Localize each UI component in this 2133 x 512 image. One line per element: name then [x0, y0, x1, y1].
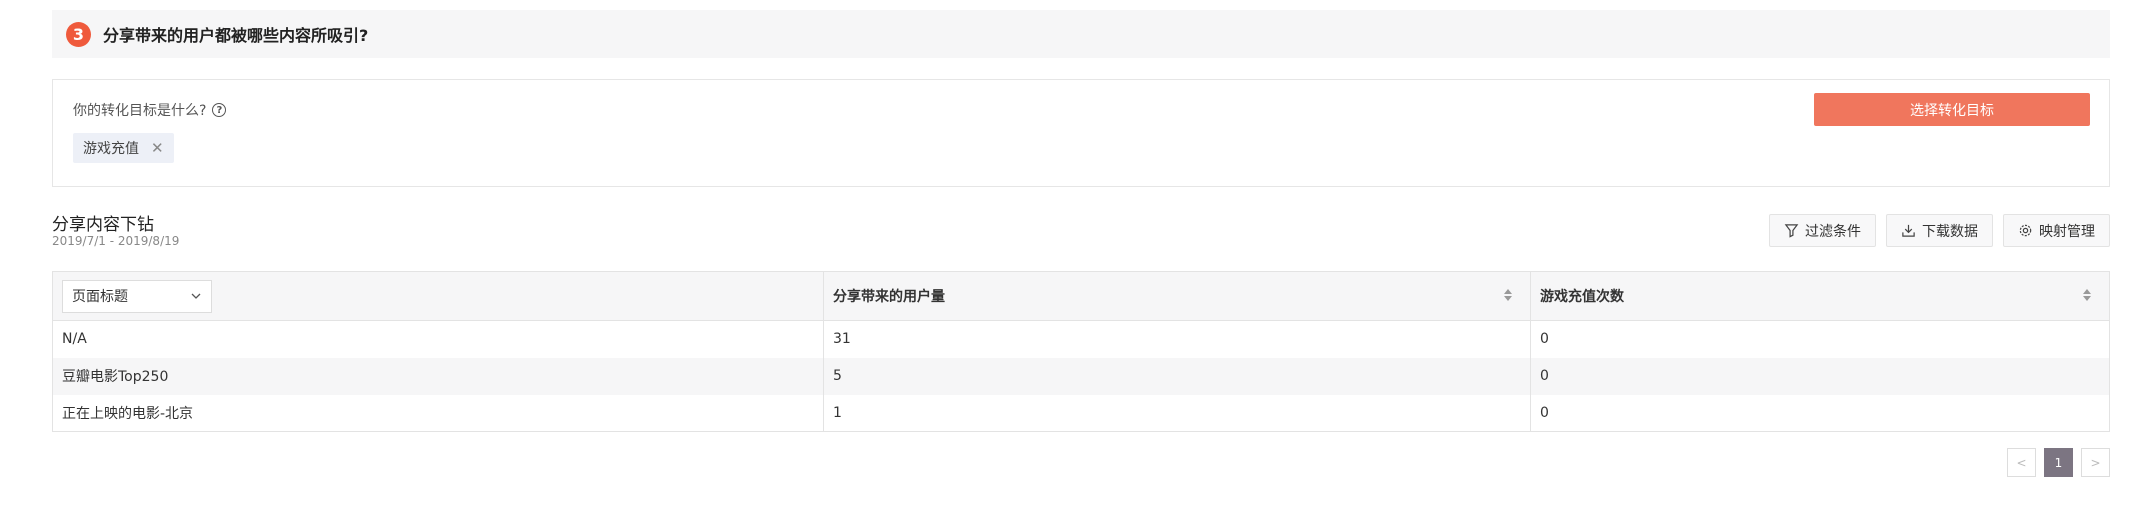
mapping-button[interactable]: 映射管理 — [2003, 214, 2110, 247]
section-title: 分享带来的用户都被哪些内容所吸引? — [103, 26, 369, 45]
close-icon[interactable]: ✕ — [151, 139, 164, 157]
mapping-label: 映射管理 — [2039, 223, 2095, 240]
column-header-users[interactable]: 分享带来的用户量 — [823, 271, 1531, 321]
conversion-goal-panel: 你的转化目标是什么? ? 游戏充值 ✕ 选择转化目标 — [52, 79, 2110, 187]
select-goal-button[interactable]: 选择转化目标 — [1814, 93, 2090, 126]
dimension-select-value: 页面标题 — [72, 289, 128, 305]
section-header: 3 分享带来的用户都被哪些内容所吸引? — [52, 10, 2110, 58]
table-row: 正在上映的电影-北京 1 0 — [52, 394, 2110, 432]
column-header-recharge-label: 游戏充值次数 — [1540, 289, 1624, 305]
dimension-select[interactable]: 页面标题 — [62, 279, 212, 313]
column-header-recharge[interactable]: 游戏充值次数 — [1531, 272, 2110, 321]
chevron-down-icon — [191, 293, 201, 299]
cell-page-title: N/A — [52, 320, 824, 358]
date-range: 2019/7/1 - 2019/8/19 — [52, 234, 180, 248]
cell-users: 5 — [823, 357, 1531, 395]
dimension-column-header: 页面标题 — [52, 271, 824, 321]
filter-button[interactable]: 过滤条件 — [1769, 214, 1876, 247]
toolbar: 过滤条件 下载数据 映射管理 — [1769, 214, 2110, 247]
column-header-users-label: 分享带来的用户量 — [833, 289, 945, 305]
download-icon — [1902, 224, 1915, 237]
question-circle-icon[interactable]: ? — [212, 103, 227, 117]
filter-icon — [1784, 224, 1799, 238]
download-label: 下载数据 — [1922, 223, 1978, 240]
page-1-button[interactable]: 1 — [2044, 448, 2073, 477]
goal-question-label: 你的转化目标是什么? — [73, 103, 207, 119]
goal-tag-label: 游戏充值 — [83, 141, 139, 157]
cell-recharge: 0 — [1540, 368, 1549, 384]
table-row: N/A 31 0 — [52, 320, 2110, 358]
cell-page-title: 正在上映的电影-北京 — [52, 394, 824, 432]
table-header-row: 页面标题 分享带来的用户量 游戏充值次数 — [52, 271, 2110, 321]
table-title: 分享内容下钻 — [52, 215, 154, 235]
cell-recharge: 0 — [1540, 331, 1549, 348]
goal-tag: 游戏充值 ✕ — [73, 133, 174, 163]
prev-page-button[interactable]: < — [2007, 448, 2036, 477]
cell-page-title: 豆瓣电影Top250 — [52, 357, 824, 395]
download-button[interactable]: 下载数据 — [1886, 214, 1993, 247]
step-badge: 3 — [66, 21, 91, 47]
sort-icon[interactable] — [2083, 289, 2091, 301]
filter-label: 过滤条件 — [1805, 223, 1861, 240]
data-table: 页面标题 分享带来的用户量 游戏充值次数 N/A 31 0 豆瓣电影Top250… — [52, 271, 2110, 432]
table-row: 豆瓣电影Top250 5 0 — [52, 357, 2110, 395]
gear-icon — [2019, 224, 2032, 237]
next-page-button[interactable]: > — [2081, 448, 2110, 477]
cell-users: 31 — [823, 320, 1531, 358]
cell-users: 1 — [823, 394, 1531, 432]
goal-question: 你的转化目标是什么? ? — [73, 100, 227, 120]
sort-icon[interactable] — [1504, 289, 1512, 301]
pagination: < 1 > — [2007, 448, 2110, 477]
cell-recharge: 0 — [1540, 404, 1549, 421]
